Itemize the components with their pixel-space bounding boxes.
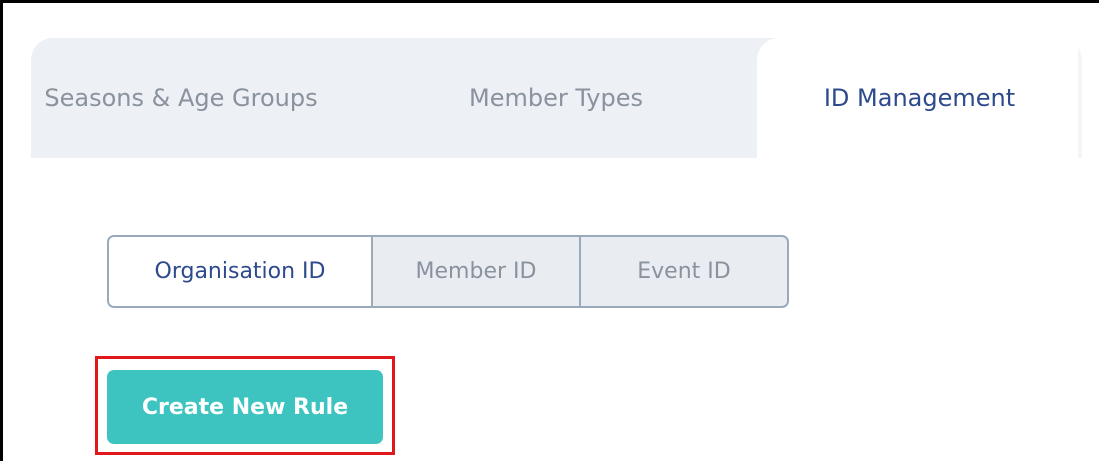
settings-tab-bar: Seasons & Age Groups Member Types ID Man… xyxy=(31,38,1082,158)
tab-id-management[interactable]: ID Management xyxy=(757,38,1082,158)
create-new-rule-button[interactable]: Create New Rule xyxy=(107,370,383,444)
tab-seasons-age-groups[interactable]: Seasons & Age Groups xyxy=(31,38,331,158)
segment-event-id[interactable]: Event ID xyxy=(581,237,787,306)
tab-member-types[interactable]: Member Types xyxy=(421,38,691,158)
segment-organisation-id[interactable]: Organisation ID xyxy=(109,237,373,306)
segment-member-id[interactable]: Member ID xyxy=(373,237,581,306)
id-type-segmented-control: Organisation ID Member ID Event ID xyxy=(107,235,789,308)
screenshot-frame: Seasons & Age Groups Member Types ID Man… xyxy=(0,0,1099,461)
